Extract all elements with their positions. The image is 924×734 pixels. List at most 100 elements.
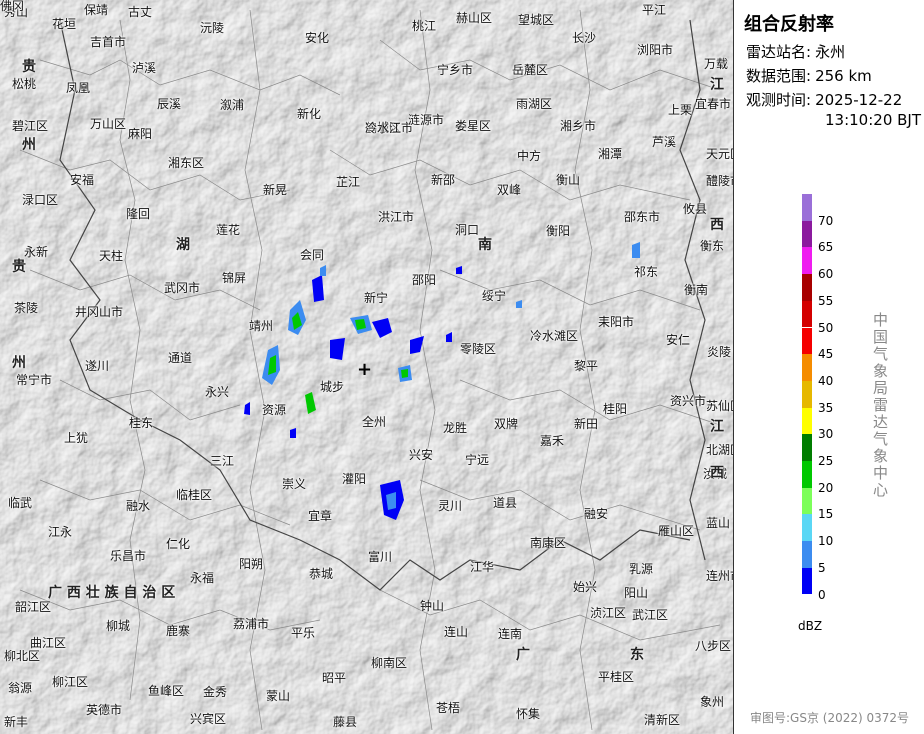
- place-label: 鱼峰区: [148, 684, 185, 698]
- place-label: 双牌: [494, 417, 519, 431]
- place-label: 古丈: [128, 5, 153, 19]
- legend-swatch-50: [802, 300, 812, 328]
- place-label: 望城区: [518, 13, 555, 27]
- legend-swatch-20: [802, 461, 812, 488]
- place-label: 融安: [584, 507, 609, 521]
- place-label: 邵阳: [412, 273, 437, 287]
- place-label: 八步区: [695, 639, 732, 653]
- place-label: 昭平: [322, 671, 347, 685]
- legend-label-5: 5: [818, 560, 826, 575]
- place-label: 冷水江市: [365, 121, 414, 135]
- place-label: 辰溪: [157, 97, 182, 111]
- legend-label-15: 15: [818, 507, 834, 522]
- place-label: 永福: [190, 571, 215, 585]
- place-label: 北湖区: [706, 443, 733, 457]
- place-label: 万山区: [90, 117, 127, 131]
- place-label: 上犹: [64, 431, 89, 445]
- place-label: 连州市: [706, 569, 733, 583]
- place-label: 安化: [305, 31, 330, 45]
- place-label: 永新: [24, 245, 49, 259]
- product-title: 组合反射率: [744, 14, 834, 35]
- place-label: 平江: [642, 3, 667, 17]
- place-label: 沅陵: [200, 21, 225, 35]
- place-label: 新田: [574, 417, 599, 431]
- place-label: 藤县: [333, 715, 358, 729]
- place-label: 苏仙区: [706, 399, 733, 413]
- range-label: 数据范围:: [746, 67, 812, 85]
- place-label: 新邵: [431, 173, 456, 187]
- province-label-jiang1: 江: [710, 77, 724, 93]
- place-label: 富川: [368, 550, 393, 564]
- legend-label-0: 0: [818, 587, 826, 602]
- place-label: 平乐: [291, 626, 316, 640]
- legend-label-45: 45: [818, 347, 834, 362]
- legend-label-55: 55: [818, 293, 834, 308]
- province-label-xi1: 西: [710, 217, 724, 233]
- place-label: 武江区: [632, 608, 669, 622]
- place-label: 英德市: [86, 703, 123, 717]
- place-label: 南康区: [530, 536, 567, 550]
- place-label: 嘉禾: [540, 434, 565, 448]
- place-label: 曲江区: [30, 636, 67, 650]
- place-label: 新晃: [263, 183, 288, 197]
- place-label: 保靖: [84, 3, 109, 17]
- legend-swatch-45: [802, 327, 812, 355]
- place-label: 怀集: [516, 707, 541, 721]
- place-label: 赫山区: [456, 11, 493, 25]
- place-label: 长沙: [572, 31, 597, 45]
- province-label-guang: 广: [516, 647, 530, 663]
- place-label: 新化: [297, 107, 322, 121]
- place-label: 江华: [470, 560, 495, 574]
- place-label: 天元区: [706, 147, 733, 161]
- place-label: 桃江: [412, 19, 437, 33]
- place-label: 通道: [168, 351, 193, 365]
- place-label: 柳南区: [371, 656, 408, 670]
- place-label: 柳江区: [52, 675, 89, 689]
- place-label: 荔浦市: [233, 617, 270, 631]
- place-label: 衡阳: [546, 224, 571, 238]
- place-label: 桂东: [129, 416, 154, 430]
- place-label: 城步: [320, 380, 345, 394]
- place-label: 宜章: [308, 509, 333, 523]
- place-label: 融水: [126, 499, 151, 513]
- legend-swatch-30: [802, 407, 812, 435]
- place-label: 临桂区: [176, 488, 213, 502]
- place-label: 始兴: [573, 580, 598, 594]
- legend-label-30: 30: [818, 427, 834, 442]
- place-label: 邵东市: [624, 210, 661, 224]
- province-label-guangxi: 广 西 壮 族 自 治 区: [48, 585, 176, 601]
- place-label: 灵川: [438, 499, 463, 513]
- place-label: 道县: [493, 496, 518, 510]
- place-label: 芦溪: [652, 135, 677, 149]
- legend-unit: dBZ: [798, 619, 823, 633]
- legend-label-10: 10: [818, 534, 834, 549]
- place-label: 金秀: [203, 685, 228, 699]
- map-approval-number: 审图号:GS京 (2022) 0372号: [750, 711, 910, 725]
- legend-label-60: 60: [818, 267, 834, 282]
- place-label: 柳北区: [4, 649, 41, 663]
- place-label: 阳朔: [239, 557, 264, 571]
- place-label: 衡山: [556, 173, 581, 187]
- place-label: 桂阳: [603, 402, 628, 416]
- time-row: 观测时间: 2025-12-22: [746, 90, 902, 110]
- place-label: 中方: [517, 149, 542, 163]
- place-label: 宜春市: [695, 97, 732, 111]
- province-label-gui2: 贵: [12, 259, 26, 275]
- place-label: 柳城: [106, 619, 131, 633]
- station-row: 雷达站名: 永州: [746, 42, 845, 62]
- legend-swatch-65: [802, 220, 812, 248]
- place-label: 溆浦: [220, 98, 245, 112]
- info-panel: 组合反射率 雷达站名: 永州 数据范围: 256 km 观测时间: 2025-12-2…: [734, 0, 924, 734]
- legend-label-40: 40: [818, 373, 834, 388]
- place-label: 连南: [498, 627, 523, 641]
- province-label-hu: 湖: [176, 237, 190, 253]
- province-label-dong: 东: [630, 647, 644, 663]
- place-label: 衡东: [700, 239, 725, 253]
- place-label: 蓝山: [706, 516, 731, 530]
- place-label: 鹿寨: [166, 624, 191, 638]
- place-label: 泸溪: [132, 61, 157, 75]
- province-label-zhou1: 州: [22, 137, 36, 153]
- legend-swatch-10: [802, 514, 812, 542]
- place-label: 绥宁: [482, 289, 507, 303]
- radar-map[interactable]: 秀山 保靖 古丈 花垣 吉首市 沅陵 安化 桃江 赫山区 望城区 长沙 平江 浏阳市 泸溪 凤凰 辰溪 溆浦 宁乡…: [0, 0, 734, 734]
